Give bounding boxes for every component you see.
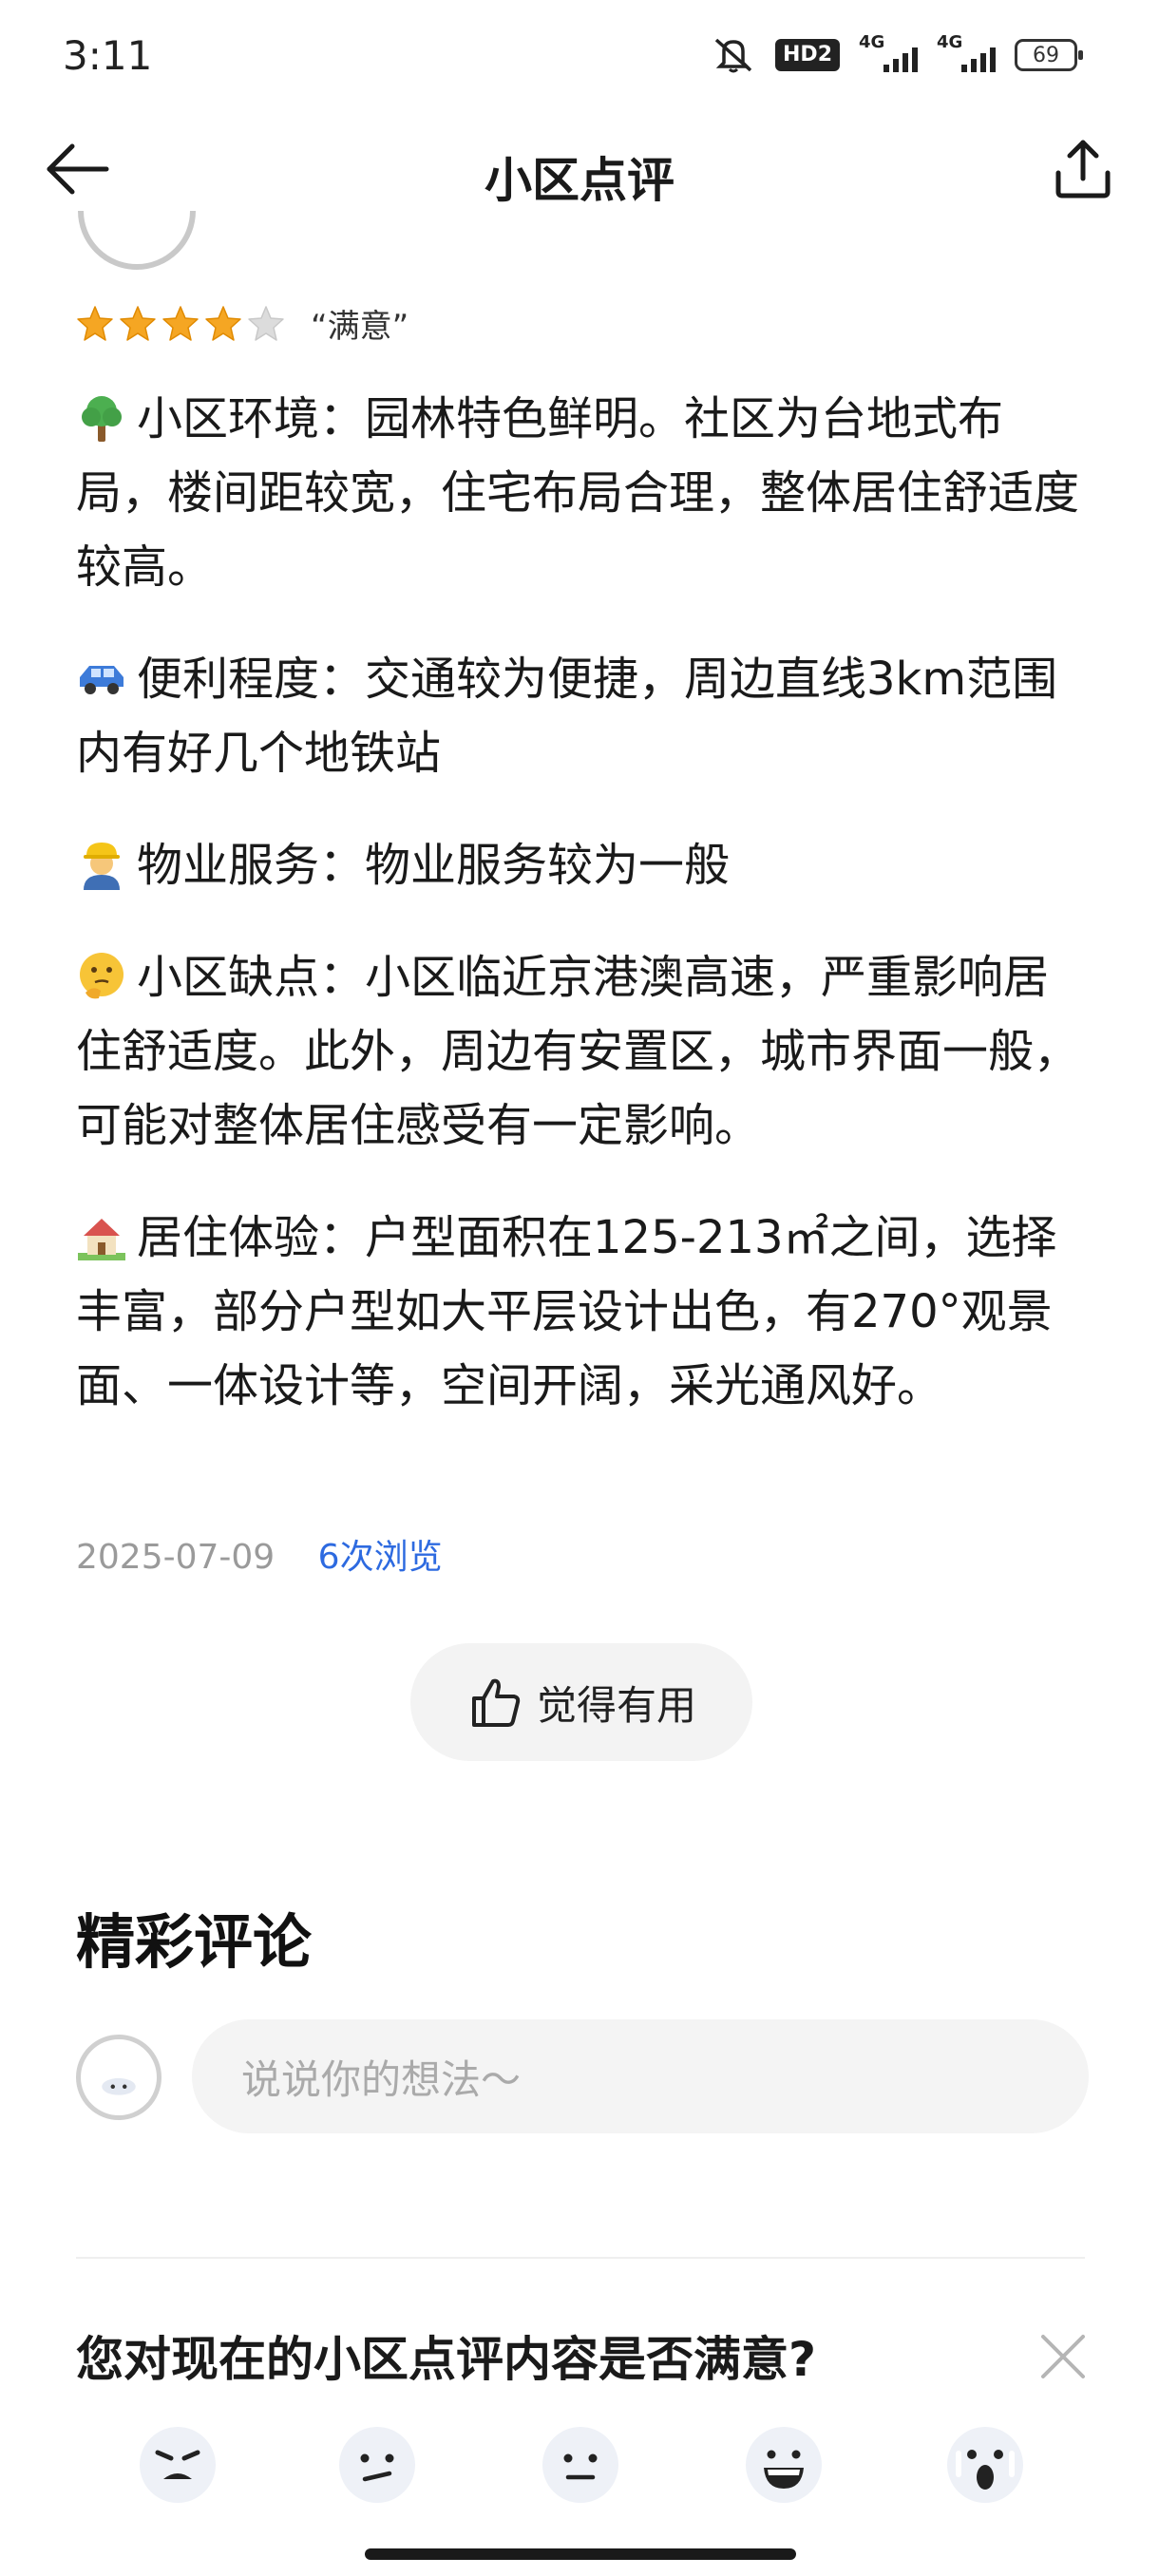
surprised-face-icon[interactable]: [937, 2416, 1034, 2513]
rating-row: “满意”: [76, 300, 408, 347]
view-count: 6次浏览: [317, 1538, 443, 1577]
thumbs-up-icon: [471, 1678, 521, 1727]
star-filled-icon: [77, 305, 113, 341]
worker-emoji: [84, 843, 120, 890]
comment-input[interactable]: 说说你的想法～: [192, 2019, 1089, 2133]
car-emoji: [80, 666, 124, 694]
comments-section-title: 精彩评论: [76, 1907, 313, 1977]
status-icons: HD2 4G 4G 69: [711, 32, 1083, 74]
avatar: [76, 2035, 162, 2120]
page-title: 小区点评: [484, 153, 674, 208]
star-filled-icon: [205, 305, 241, 341]
rating-text: “满意”: [311, 308, 409, 346]
review-paragraph: 居住体验：户型面积在125-213㎡之间，选择丰富，部分户型如大平层设计出色，有…: [76, 1211, 1057, 1412]
divider: [76, 2257, 1085, 2259]
hd-badge: HD2: [775, 39, 840, 71]
signal-icon: 4G: [937, 32, 996, 72]
star-rating: [76, 305, 290, 343]
top-nav-bar: 小区点评: [0, 114, 1159, 224]
neutral-face-icon[interactable]: [532, 2416, 629, 2513]
review-date: 2025-07-09: [76, 1538, 276, 1577]
happy-face-icon[interactable]: [735, 2416, 832, 2513]
comment-input-placeholder: 说说你的想法～: [241, 2055, 522, 2103]
review-body: 小区环境：园林特色鲜明。社区为台地式布局，楼间距较宽，住宅布局合理，整体居住舒适…: [76, 382, 1092, 1461]
mute-icon: [714, 38, 752, 73]
star-empty-icon: [248, 305, 284, 341]
review-paragraph: 小区环境：园林特色鲜明。社区为台地式布局，楼间距较宽，住宅布局合理，整体居住舒适…: [76, 392, 1080, 594]
status-time: 3:11: [63, 32, 153, 79]
close-icon[interactable]: [1036, 2329, 1091, 2384]
signal-icon: 4G: [859, 32, 918, 72]
thinking-face-emoji: [80, 953, 124, 999]
star-filled-icon: [120, 305, 156, 341]
tree-emoji: [82, 396, 122, 442]
useful-button[interactable]: 觉得有用: [410, 1643, 752, 1761]
review-paragraph: 小区缺点：小区临近京港澳高速，严重影响居住舒适度。此外，周边有安置区，城市界面一…: [76, 951, 1080, 1152]
survey-faces: [0, 2416, 1159, 2521]
review-paragraph: 物业服务：物业服务较为一般: [76, 828, 1092, 902]
useful-button-label: 觉得有用: [536, 1681, 696, 1729]
battery-icon: 69: [1015, 39, 1083, 71]
home-indicator[interactable]: [365, 2548, 796, 2560]
unhappy-face-icon[interactable]: [329, 2416, 426, 2513]
house-emoji: [78, 1219, 125, 1260]
status-bar: 3:11 HD2 4G 4G 69: [0, 0, 1159, 114]
survey-question: 您对现在的小区点评内容是否满意?: [76, 2332, 817, 2387]
review-paragraph: 便利程度：交通较为便捷，周边直线3km范围内有好几个地铁站: [76, 653, 1058, 780]
review-meta: 2025-07-09 6次浏览: [76, 1529, 443, 1579]
star-filled-icon: [162, 305, 199, 341]
angry-face-icon[interactable]: [129, 2416, 226, 2513]
share-icon[interactable]: [1049, 135, 1117, 203]
